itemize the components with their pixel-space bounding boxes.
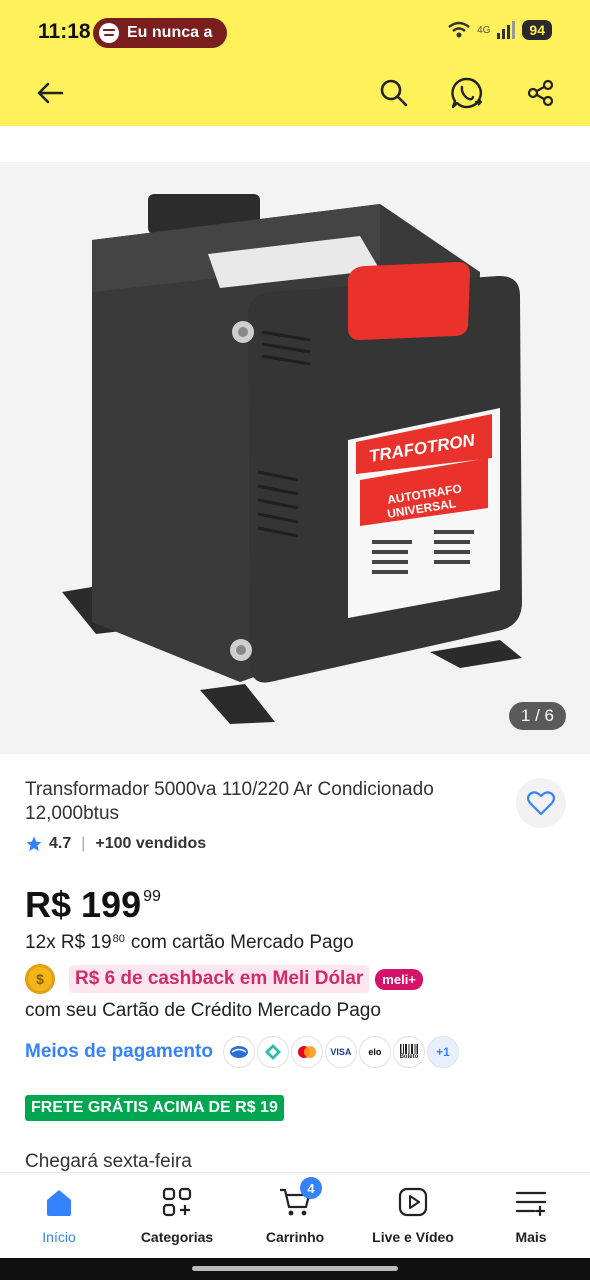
status-bar: 11:18 Eu nunca a 4G 94: [0, 0, 590, 64]
whatsapp-icon: [451, 77, 483, 109]
cart-count-badge: 4: [300, 1177, 322, 1199]
price-cents: 99: [143, 888, 161, 905]
nav-label: Mais: [515, 1229, 547, 1245]
categories-icon: [162, 1187, 192, 1217]
nav-label: Categorias: [140, 1229, 214, 1245]
payment-methods-link[interactable]: Meios de pagamento: [25, 1041, 213, 1063]
wifi-icon: [448, 21, 470, 38]
product-image: TRAFOTRON 220V AUTOTRAFO UNIVERSAL: [0, 162, 590, 754]
home-gesture-handle[interactable]: [192, 1266, 398, 1271]
free-shipping-badge: FRETE GRÁTIS ACIMA DE R$ 19: [25, 1095, 284, 1121]
spotify-icon: [99, 23, 119, 43]
nav-live-video[interactable]: Live e Vídeo: [354, 1173, 472, 1259]
status-time: 11:18: [38, 20, 91, 43]
product-image-gallery[interactable]: TRAFOTRON 220V AUTOTRAFO UNIVERSAL 1 / 6: [0, 162, 590, 754]
price-main: R$ 199: [25, 884, 142, 925]
system-icons: 4G 94: [447, 20, 552, 40]
nav-label: Início: [42, 1229, 76, 1245]
nav-carrinho[interactable]: 4 Carrinho: [236, 1173, 354, 1259]
favorite-button[interactable]: [516, 778, 566, 828]
media-notification-text: Eu nunca a: [127, 24, 213, 41]
home-icon: [47, 1190, 71, 1216]
more-payment-methods[interactable]: +1: [426, 1036, 459, 1068]
system-navigation-bar: [0, 1258, 590, 1280]
rating-value: 4.7: [49, 835, 72, 852]
cashback-row[interactable]: $ R$ 6 de cashback em Meli Dólar meli+: [25, 964, 423, 994]
nav-label: Live e Vídeo: [372, 1229, 454, 1245]
meli-plus-badge: meli+: [375, 968, 423, 990]
price: R$ 199 99: [25, 884, 161, 926]
delivery-estimate: Chegará sexta-feira: [25, 1151, 192, 1172]
nav-label: Carrinho: [265, 1229, 325, 1245]
installments: 12x R$ 19 80 com cartão Mercado Pago: [25, 932, 354, 954]
installment-amount: 12x R$ 19: [25, 932, 112, 953]
nav-mais[interactable]: Mais: [472, 1173, 590, 1259]
star-icon: [26, 836, 42, 852]
boleto-icon: Boleto: [392, 1036, 425, 1068]
credit-card-icon: [222, 1036, 255, 1068]
signal-icon: [497, 21, 516, 39]
visa-icon: VISA: [324, 1036, 357, 1068]
boleto-label: Boleto: [399, 1054, 419, 1060]
meli-dolar-coin-icon: $: [25, 964, 55, 994]
share-button[interactable]: [518, 70, 564, 116]
nav-inicio[interactable]: Início: [0, 1173, 118, 1259]
arrow-left-icon: [37, 82, 64, 104]
back-button[interactable]: [27, 70, 73, 116]
heart-icon: [527, 791, 555, 816]
share-icon: [527, 79, 554, 107]
bottom-navigation: Início Categorias 4 Carrinho Live e Víde…: [0, 1172, 590, 1258]
nav-categorias[interactable]: Categorias: [118, 1173, 236, 1259]
toolbar: [0, 64, 590, 126]
product-title: Transformador 5000va 110/220 Ar Condicio…: [25, 779, 434, 824]
payment-methods-row[interactable]: Meios de pagamento VISA elo Boleto +1: [25, 1036, 461, 1068]
mastercard-icon: [290, 1036, 323, 1068]
cashback-text: R$ 6 de cashback em Meli Dólar: [69, 965, 370, 993]
whatsapp-share-button[interactable]: [444, 70, 490, 116]
installment-cents: 80: [112, 933, 125, 945]
credit-card-note: com seu Cartão de Crédito Mercado Pago: [25, 1000, 381, 1021]
rating-row[interactable]: 4.7 | +100 vendidos: [25, 835, 206, 853]
divider: |: [81, 835, 86, 852]
image-counter: 1 / 6: [508, 702, 566, 730]
play-icon: [398, 1187, 428, 1217]
battery-indicator: 94: [522, 20, 552, 40]
installment-suffix: com cartão Mercado Pago: [130, 932, 354, 953]
menu-icon: [515, 1191, 547, 1217]
search-button[interactable]: [371, 70, 417, 116]
search-icon: [380, 79, 408, 107]
media-notification[interactable]: Eu nunca a: [93, 18, 227, 48]
elo-icon: elo: [358, 1036, 391, 1068]
sold-count: +100 vendidos: [95, 835, 207, 852]
network-type: 4G: [477, 24, 491, 36]
pix-icon: [256, 1036, 289, 1068]
app-header: 11:18 Eu nunca a 4G 94: [0, 0, 590, 126]
